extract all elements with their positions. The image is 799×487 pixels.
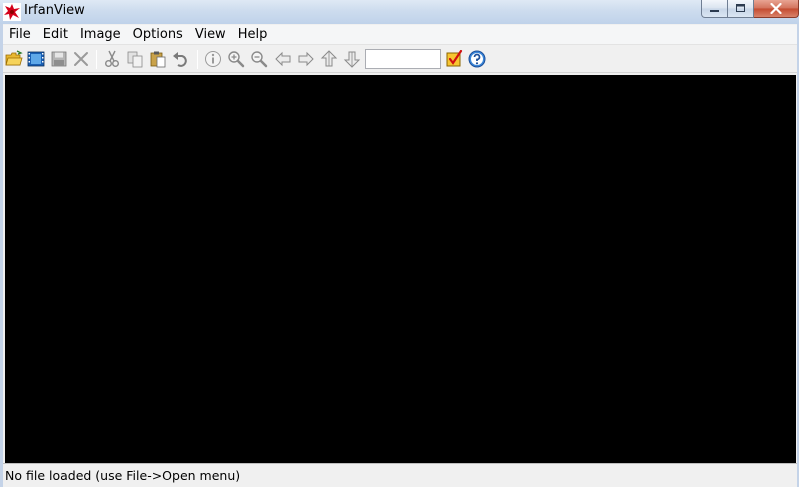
menu-bar: File Edit Image Options View Help	[3, 25, 797, 45]
zoom-out-button[interactable]	[249, 49, 269, 69]
status-bar: No file loaded (use File->Open menu)	[3, 463, 797, 487]
menu-options[interactable]: Options	[127, 25, 189, 45]
next-button[interactable]	[296, 49, 316, 69]
image-canvas[interactable]	[5, 75, 796, 463]
undo-button[interactable]	[171, 49, 191, 69]
open-button[interactable]	[4, 49, 24, 69]
last-file-button[interactable]	[342, 49, 362, 69]
menu-view[interactable]: View	[189, 25, 232, 45]
zoom-in-icon	[228, 51, 245, 68]
save-button[interactable]	[49, 49, 69, 69]
save-icon	[51, 51, 67, 67]
last-file-icon	[343, 51, 361, 68]
zoom-out-icon	[251, 51, 268, 68]
cut-button[interactable]	[102, 49, 122, 69]
previous-icon	[275, 51, 291, 67]
copy-button[interactable]	[125, 49, 145, 69]
slideshow-icon	[27, 51, 45, 67]
info-button[interactable]	[203, 49, 223, 69]
info-icon	[205, 51, 221, 67]
menu-file[interactable]: File	[3, 25, 37, 45]
copy-icon	[127, 51, 143, 68]
cut-icon	[105, 50, 119, 67]
menu-image[interactable]: Image	[74, 25, 127, 45]
slideshow-button[interactable]	[26, 49, 46, 69]
toolbar	[3, 46, 797, 73]
close-icon	[770, 3, 782, 14]
menu-help[interactable]: Help	[232, 25, 274, 45]
toolbar-separator	[96, 50, 97, 69]
help-icon	[468, 50, 486, 68]
close-button[interactable]	[754, 0, 799, 18]
zoom-input[interactable]	[365, 49, 441, 69]
maximize-button[interactable]	[728, 0, 754, 18]
undo-icon	[173, 52, 187, 67]
toolbar-separator	[197, 50, 198, 69]
first-file-icon	[320, 50, 338, 67]
open-folder-icon	[5, 50, 23, 66]
window-controls	[701, 0, 799, 19]
paste-button[interactable]	[148, 49, 168, 69]
paste-icon	[150, 51, 166, 68]
help-button[interactable]	[467, 49, 487, 69]
zoom-in-button[interactable]	[226, 49, 246, 69]
minimize-button[interactable]	[701, 0, 728, 18]
window-title: IrfanView	[24, 3, 85, 18]
maximize-icon	[736, 4, 745, 12]
title-bar[interactable]: IrfanView	[0, 0, 799, 24]
thumbnails-icon	[446, 50, 463, 67]
irfanview-logo-icon[interactable]	[3, 3, 21, 21]
menu-edit[interactable]: Edit	[37, 25, 74, 45]
delete-button[interactable]	[71, 49, 91, 69]
minimize-icon	[710, 10, 719, 12]
first-file-button[interactable]	[319, 49, 339, 69]
thumbnails-button[interactable]	[444, 49, 464, 69]
delete-icon	[74, 52, 88, 66]
next-icon	[298, 51, 314, 67]
previous-button[interactable]	[273, 49, 293, 69]
status-text: No file loaded (use File->Open menu)	[5, 468, 241, 483]
